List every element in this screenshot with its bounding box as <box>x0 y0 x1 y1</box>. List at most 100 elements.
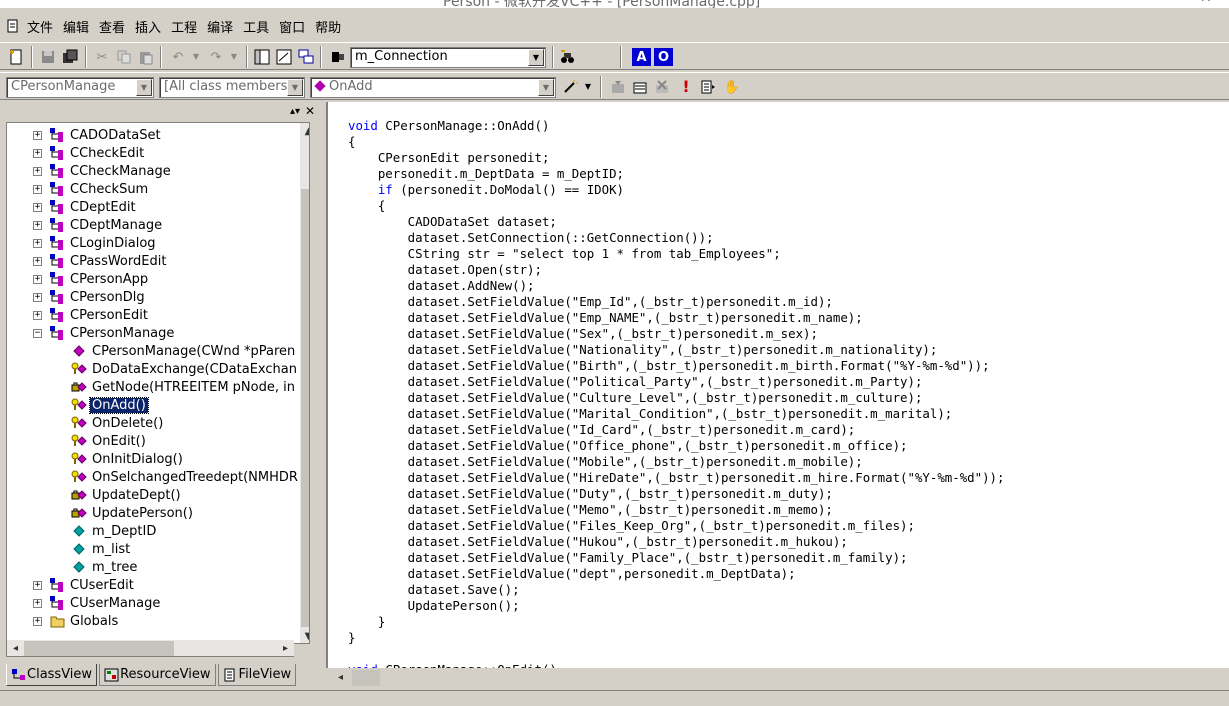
new-file-icon[interactable] <box>6 47 26 67</box>
tree-class-item[interactable]: + CPersonEdit <box>33 306 150 324</box>
tree-class-item[interactable]: + CDeptManage <box>33 216 164 234</box>
build-icon[interactable] <box>630 77 650 97</box>
class-combo[interactable]: CPersonManage ▼ <box>6 77 154 98</box>
tree-member-item[interactable]: m_list <box>71 540 132 558</box>
expand-icon[interactable]: + <box>33 580 42 590</box>
wizard-dropdown-icon[interactable]: ▼ <box>578 77 598 97</box>
scroll-left-icon[interactable]: ◂ <box>332 669 349 686</box>
expand-icon[interactable]: + <box>33 148 42 158</box>
tree-member-item[interactable]: OnDelete() <box>71 414 165 432</box>
tree-class-item[interactable]: + CUserEdit <box>33 576 136 594</box>
tree-class-item[interactable]: + CCheckSum <box>33 180 150 198</box>
go-debug-icon[interactable] <box>698 77 718 97</box>
tree-class-item[interactable]: + CCheckEdit <box>33 144 146 162</box>
tree-member-item[interactable]: CPersonManage(CWnd *pParen <box>71 342 297 360</box>
pane-resize-icon[interactable]: ▴▾ <box>290 106 300 117</box>
tree-member-item[interactable]: OnSelchangedTreedept(NMHDR <box>71 468 300 486</box>
member-combo[interactable]: OnAdd ▼ <box>310 77 556 98</box>
menu-project[interactable]: 工程 <box>166 17 202 36</box>
expand-icon[interactable]: + <box>33 274 42 284</box>
tree-class-item[interactable]: + CCheckManage <box>33 162 173 180</box>
menu-tools[interactable]: 工具 <box>238 17 274 36</box>
find-in-files-icon[interactable] <box>328 47 348 67</box>
find-binoculars-icon[interactable] <box>558 47 578 67</box>
collapse-icon[interactable]: − <box>33 328 42 338</box>
class-tree[interactable]: ▲ ▼ + CADODataSet + CCheckEdit + CCheckManage… <box>6 122 310 644</box>
expand-icon[interactable]: + <box>33 238 42 248</box>
menu-file[interactable]: 文件 <box>22 17 58 36</box>
chevron-down-icon[interactable]: ▼ <box>538 79 554 96</box>
output-icon[interactable] <box>274 47 294 67</box>
tree-hscroll-thumb[interactable] <box>24 641 174 656</box>
breakpoint-hand-icon[interactable]: ✋ <box>722 77 742 97</box>
editor-horizontal-scrollbar[interactable]: ◂ <box>326 668 1229 688</box>
menu-window[interactable]: 窗口 <box>274 17 310 36</box>
tree-class-item[interactable]: + CPersonApp <box>33 270 150 288</box>
undo-icon[interactable]: ↶ <box>168 47 188 67</box>
execute-icon[interactable]: ! <box>676 77 696 97</box>
tree-member-item[interactable]: m_tree <box>71 558 139 576</box>
tree-class-item[interactable]: + CPassWordEdit <box>33 252 168 270</box>
tree-class-item[interactable]: + CADODataSet <box>33 126 163 144</box>
tree-member-item[interactable]: UpdatePerson() <box>71 504 195 522</box>
code-editor[interactable]: void CPersonManage::OnAdd(){ CPersonEdit… <box>326 102 1229 668</box>
tree-class-item[interactable]: + CUserManage <box>33 594 162 612</box>
scroll-down-icon[interactable]: ▼ <box>300 628 309 643</box>
undo-dropdown-icon[interactable]: ▼ <box>186 47 206 67</box>
code-text[interactable]: void CPersonManage::OnAdd(){ CPersonEdit… <box>348 118 1004 668</box>
menu-view[interactable]: 查看 <box>94 17 130 36</box>
blue-button-o[interactable]: O <box>654 48 673 66</box>
save-all-icon[interactable] <box>60 47 80 67</box>
expand-icon[interactable]: + <box>33 616 42 626</box>
find-combo[interactable]: m_Connection ▼ <box>350 47 546 68</box>
blue-button-a[interactable]: A <box>632 48 651 66</box>
tree-class-item[interactable]: − CPersonManage <box>33 324 176 342</box>
tree-class-item[interactable]: + CDeptEdit <box>33 198 138 216</box>
expand-icon[interactable]: + <box>33 220 42 230</box>
menu-help[interactable]: 帮助 <box>310 17 346 36</box>
menu-insert[interactable]: 插入 <box>130 17 166 36</box>
tree-member-item[interactable]: OnInitDialog() <box>71 450 185 468</box>
stop-build-icon[interactable] <box>652 77 672 97</box>
tree-member-item[interactable]: GetNode(HTREEITEM pNode, in <box>71 378 297 396</box>
chevron-down-icon[interactable]: ▼ <box>528 49 544 66</box>
expand-icon[interactable]: + <box>33 166 42 176</box>
menu-build[interactable]: 编译 <box>202 17 238 36</box>
tree-folder-item[interactable]: + Globals <box>33 612 120 630</box>
redo-icon[interactable]: ↷ <box>206 47 226 67</box>
tree-scroll-thumb[interactable] <box>301 189 309 627</box>
tree-member-item[interactable]: OnAdd() <box>71 396 149 414</box>
save-icon[interactable] <box>38 47 58 67</box>
menu-edit[interactable]: 编辑 <box>58 17 94 36</box>
compile-icon[interactable] <box>608 77 628 97</box>
wizard-wand-icon[interactable] <box>560 77 580 97</box>
chevron-down-icon[interactable]: ▼ <box>287 79 303 96</box>
expand-icon[interactable]: + <box>33 130 42 140</box>
expand-icon[interactable]: + <box>33 598 42 608</box>
expand-icon[interactable]: + <box>33 202 42 212</box>
tree-class-item[interactable]: + CLoginDialog <box>33 234 158 252</box>
tree-member-item[interactable]: DoDataExchange(CDataExchan <box>71 360 299 378</box>
scroll-up-icon[interactable]: ▲ <box>300 123 309 140</box>
tree-member-item[interactable]: OnEdit() <box>71 432 148 450</box>
expand-icon[interactable]: + <box>33 310 42 320</box>
paste-icon[interactable] <box>136 47 156 67</box>
copy-icon[interactable] <box>114 47 134 67</box>
chevron-down-icon[interactable]: ▼ <box>136 79 152 96</box>
tab-fileview[interactable]: FileView <box>217 664 297 686</box>
cut-icon[interactable]: ✂ <box>92 47 112 67</box>
editor-hscroll-thumb[interactable] <box>352 670 380 686</box>
expand-icon[interactable]: + <box>33 184 42 194</box>
tab-classview[interactable]: ClassView <box>6 664 98 686</box>
expand-icon[interactable]: + <box>33 292 42 302</box>
tree-member-item[interactable]: UpdateDept() <box>71 486 183 504</box>
redo-dropdown-icon[interactable]: ▼ <box>224 47 244 67</box>
workspace-icon[interactable] <box>252 47 272 67</box>
close-window-icon[interactable]: ✕ <box>1200 0 1212 6</box>
scroll-left-icon[interactable]: ◂ <box>7 640 24 657</box>
scroll-right-icon[interactable]: ▸ <box>277 640 294 657</box>
document-icon[interactable] <box>6 19 20 33</box>
filter-combo[interactable]: [All class members] ▼ <box>159 77 305 98</box>
pane-close-icon[interactable]: ✕ <box>305 104 315 118</box>
expand-icon[interactable]: + <box>33 256 42 266</box>
